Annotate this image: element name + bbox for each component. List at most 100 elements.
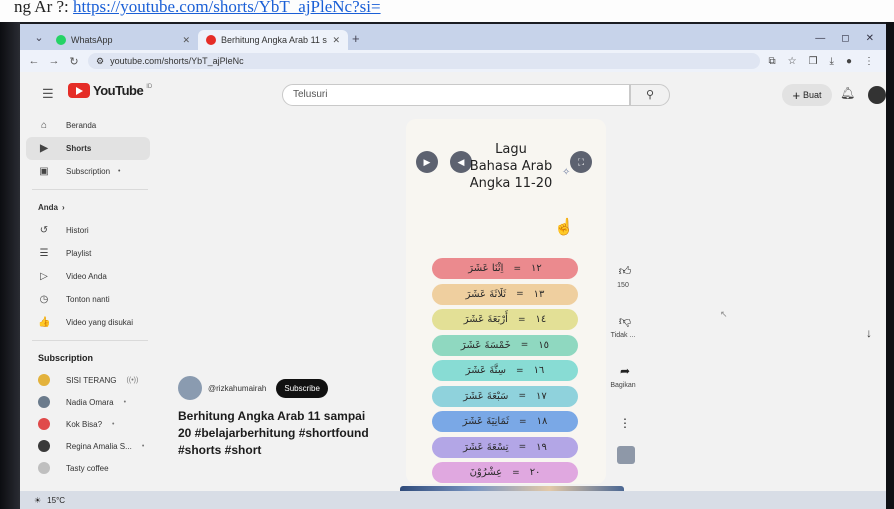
tab-bar: ⌄ WhatsApp ✕ Berhitung Angka Arab 11 sam… xyxy=(20,24,886,50)
create-button[interactable]: + Buat xyxy=(782,84,832,106)
caption-link[interactable]: https://youtube.com/shorts/YbT_ajPleNc?s… xyxy=(73,0,381,16)
chevron-right-icon: › xyxy=(62,203,65,212)
channel-avatar[interactable] xyxy=(178,376,202,400)
watch-later-icon: ◷ xyxy=(39,294,49,305)
window-close-icon[interactable]: ✕ xyxy=(866,33,874,44)
sound-thumbnail[interactable] xyxy=(617,446,635,464)
search-button[interactable]: ⚲ xyxy=(630,84,670,106)
search-input[interactable]: Telusuri xyxy=(282,84,630,106)
sidebar-item-playlist[interactable]: ☰ Playlist xyxy=(20,242,160,265)
forward-icon[interactable]: → xyxy=(48,55,60,67)
channel-info: @rizkahumairah Subscribe xyxy=(178,376,328,400)
sidebar-item-video-anda[interactable]: ▷ Video Anda xyxy=(20,265,160,288)
close-icon[interactable]: ✕ xyxy=(182,35,190,46)
number-row: تِسْعَةَ عَشَرَ = ١٩ xyxy=(432,436,578,458)
share-icon[interactable]: ➦ xyxy=(612,360,638,382)
back-icon[interactable]: ← xyxy=(28,55,40,67)
number-row: سَبْعَةَ عَشَرَ = ١٧ xyxy=(432,385,578,407)
number-row: سِتَّةَ عَشَرَ = ١٦ xyxy=(432,360,578,381)
thumbs-up-icon[interactable]: 👍︎ xyxy=(612,260,638,282)
play-icon: ▶ xyxy=(423,156,431,167)
video-title-overlay: Lagu Bahasa Arab Angka 11-20 xyxy=(469,142,553,191)
sidebar-item-video-yang-disukai[interactable]: 👍 Video yang disukai xyxy=(20,311,160,334)
dislike-label: Tidak ... xyxy=(610,332,636,339)
search-icon: ⚲ xyxy=(645,89,655,101)
share-label: Bagikan xyxy=(610,382,636,389)
screen: ⌄ WhatsApp ✕ Berhitung Angka Arab 11 sam… xyxy=(20,24,886,509)
hand-pointer-icon: ☝ xyxy=(554,219,574,236)
arabic-number: ١٧ xyxy=(535,390,547,402)
minimize-icon[interactable]: — xyxy=(815,33,825,44)
sidebar-item-beranda[interactable]: ⌂ Beranda xyxy=(20,114,160,137)
arabic-word: تِسْعَةَ عَشَرَ xyxy=(463,441,509,453)
profile-icon[interactable]: ● xyxy=(846,56,852,67)
translate-icon[interactable]: ⧉ xyxy=(768,56,775,67)
equals-sign: = xyxy=(519,416,527,427)
close-icon[interactable]: ✕ xyxy=(332,35,340,46)
subscribe-button[interactable]: Subscribe xyxy=(276,378,328,398)
share-action[interactable]: ➦ Bagikan xyxy=(610,360,638,389)
account-avatar[interactable] xyxy=(868,86,886,104)
plus-icon: + xyxy=(792,87,801,103)
arabic-number: ١٩ xyxy=(536,441,547,453)
menu-icon[interactable]: ⋮ xyxy=(864,56,874,67)
thumbs-down-icon[interactable]: 👎︎ xyxy=(612,310,638,332)
arabic-word: اِثْنَا عَشَرَ xyxy=(468,263,504,274)
caption-prefix: ng Ar ?: xyxy=(14,0,69,16)
sidebar-subscription-item[interactable]: Regina Amalia S... • xyxy=(20,435,160,457)
arabic-word: ثَلَاثَةَ عَشَرَ xyxy=(465,288,507,300)
short-video-player[interactable]: ▶ ◀ ⛶ ✧ Lagu Bahasa Arab Angka 11-20 ☝ ا… xyxy=(406,119,606,484)
sidebar-item-tonton-nanti[interactable]: ◷ Tonton nanti xyxy=(20,288,160,311)
sidebar-subscription-item[interactable]: Nadia Omara • xyxy=(20,391,160,413)
hamburger-menu-icon[interactable]: ☰ xyxy=(42,86,54,102)
like-action[interactable]: 👍︎ 150 xyxy=(612,260,638,290)
sidebar-divider xyxy=(32,340,148,341)
weather-temp: 15°C xyxy=(47,495,66,505)
site-info-icon[interactable]: ⚙ xyxy=(96,56,104,67)
youtube-play-icon xyxy=(68,83,90,98)
caption-strip: ng Ar ?: https://youtube.com/shorts/YbT_… xyxy=(0,0,894,22)
sidebar-item-subscription[interactable]: ▣ Subscription • xyxy=(20,160,160,183)
dislike-action[interactable]: 👎︎ Tidak ... xyxy=(611,310,638,340)
next-video-arrow-icon[interactable]: ↓ xyxy=(866,326,872,340)
channel-avatar xyxy=(38,462,50,474)
sidebar-subscriptions-heading: Subscription xyxy=(38,353,94,363)
youtube-header: ☰ YouTube ID Telusuri ⚲ + Buat 🔔︎ xyxy=(20,72,886,114)
number-row: اِثْنَا عَشَرَ = ١٢ xyxy=(432,258,578,279)
equals-sign: = xyxy=(512,467,520,478)
url-input[interactable]: ⚙ youtube.com/shorts/YbT_ajPleNc xyxy=(88,53,761,69)
bookmark-star-icon[interactable]: ☆ xyxy=(788,56,797,67)
reload-icon[interactable]: ↻ xyxy=(68,55,80,68)
sidebar-subscription-item[interactable]: Tasty coffee xyxy=(20,457,160,479)
maximize-icon[interactable]: ◻ xyxy=(841,33,849,44)
taskbar: ☀ 15°C xyxy=(20,491,886,509)
new-tab-icon[interactable]: + xyxy=(352,31,360,46)
video-description[interactable]: Berhitung Angka Arab 11 sampai 20 #belaj… xyxy=(178,408,378,459)
notifications-bell-icon[interactable]: 🔔︎ xyxy=(840,86,855,100)
play-button[interactable]: ▶ xyxy=(416,151,438,173)
sidebar-subscription-item[interactable]: Kok Bisa? • xyxy=(20,413,160,435)
arabic-number: ١٢ xyxy=(531,263,542,274)
sidebar-subscription-item[interactable]: SISI TERANG ((•)) xyxy=(20,369,160,391)
home-icon: ⌂ xyxy=(40,120,48,131)
channel-handle[interactable]: @rizkahumairah xyxy=(208,384,266,393)
arabic-word: ثَمَانِيَةَ عَشَرَ xyxy=(462,416,510,427)
arabic-number: ١٣ xyxy=(533,288,545,300)
youtube-logo[interactable]: YouTube ID xyxy=(68,83,152,98)
sidebar-item-shorts[interactable]: ▶ Shorts xyxy=(26,137,150,160)
extensions-icon[interactable]: ❒ xyxy=(809,56,818,67)
subscriptions-icon: ▣ xyxy=(39,166,49,177)
download-icon[interactable]: ⤓ xyxy=(830,56,834,67)
sidebar-item-histori[interactable]: ↺ Histori xyxy=(20,219,160,242)
more-action[interactable]: ⋮ xyxy=(612,412,638,434)
arabic-word: عِشْرُوْنَ xyxy=(469,467,503,478)
liked-icon: 👍 xyxy=(38,317,51,328)
tab-whatsapp[interactable]: WhatsApp ✕ xyxy=(48,30,198,50)
equals-sign: = xyxy=(513,263,521,274)
tab-search-icon[interactable]: ⌄ xyxy=(30,28,48,46)
more-vert-icon[interactable]: ⋮ xyxy=(612,412,638,434)
sidebar-you-heading[interactable]: Anda › xyxy=(20,196,160,219)
dot-icon: • xyxy=(118,168,121,175)
number-row: خَمْسَةَ عَشَرَ = ١٥ xyxy=(432,334,578,356)
tab-youtube-short[interactable]: Berhitung Angka Arab 11 samp ✕ xyxy=(198,30,348,50)
